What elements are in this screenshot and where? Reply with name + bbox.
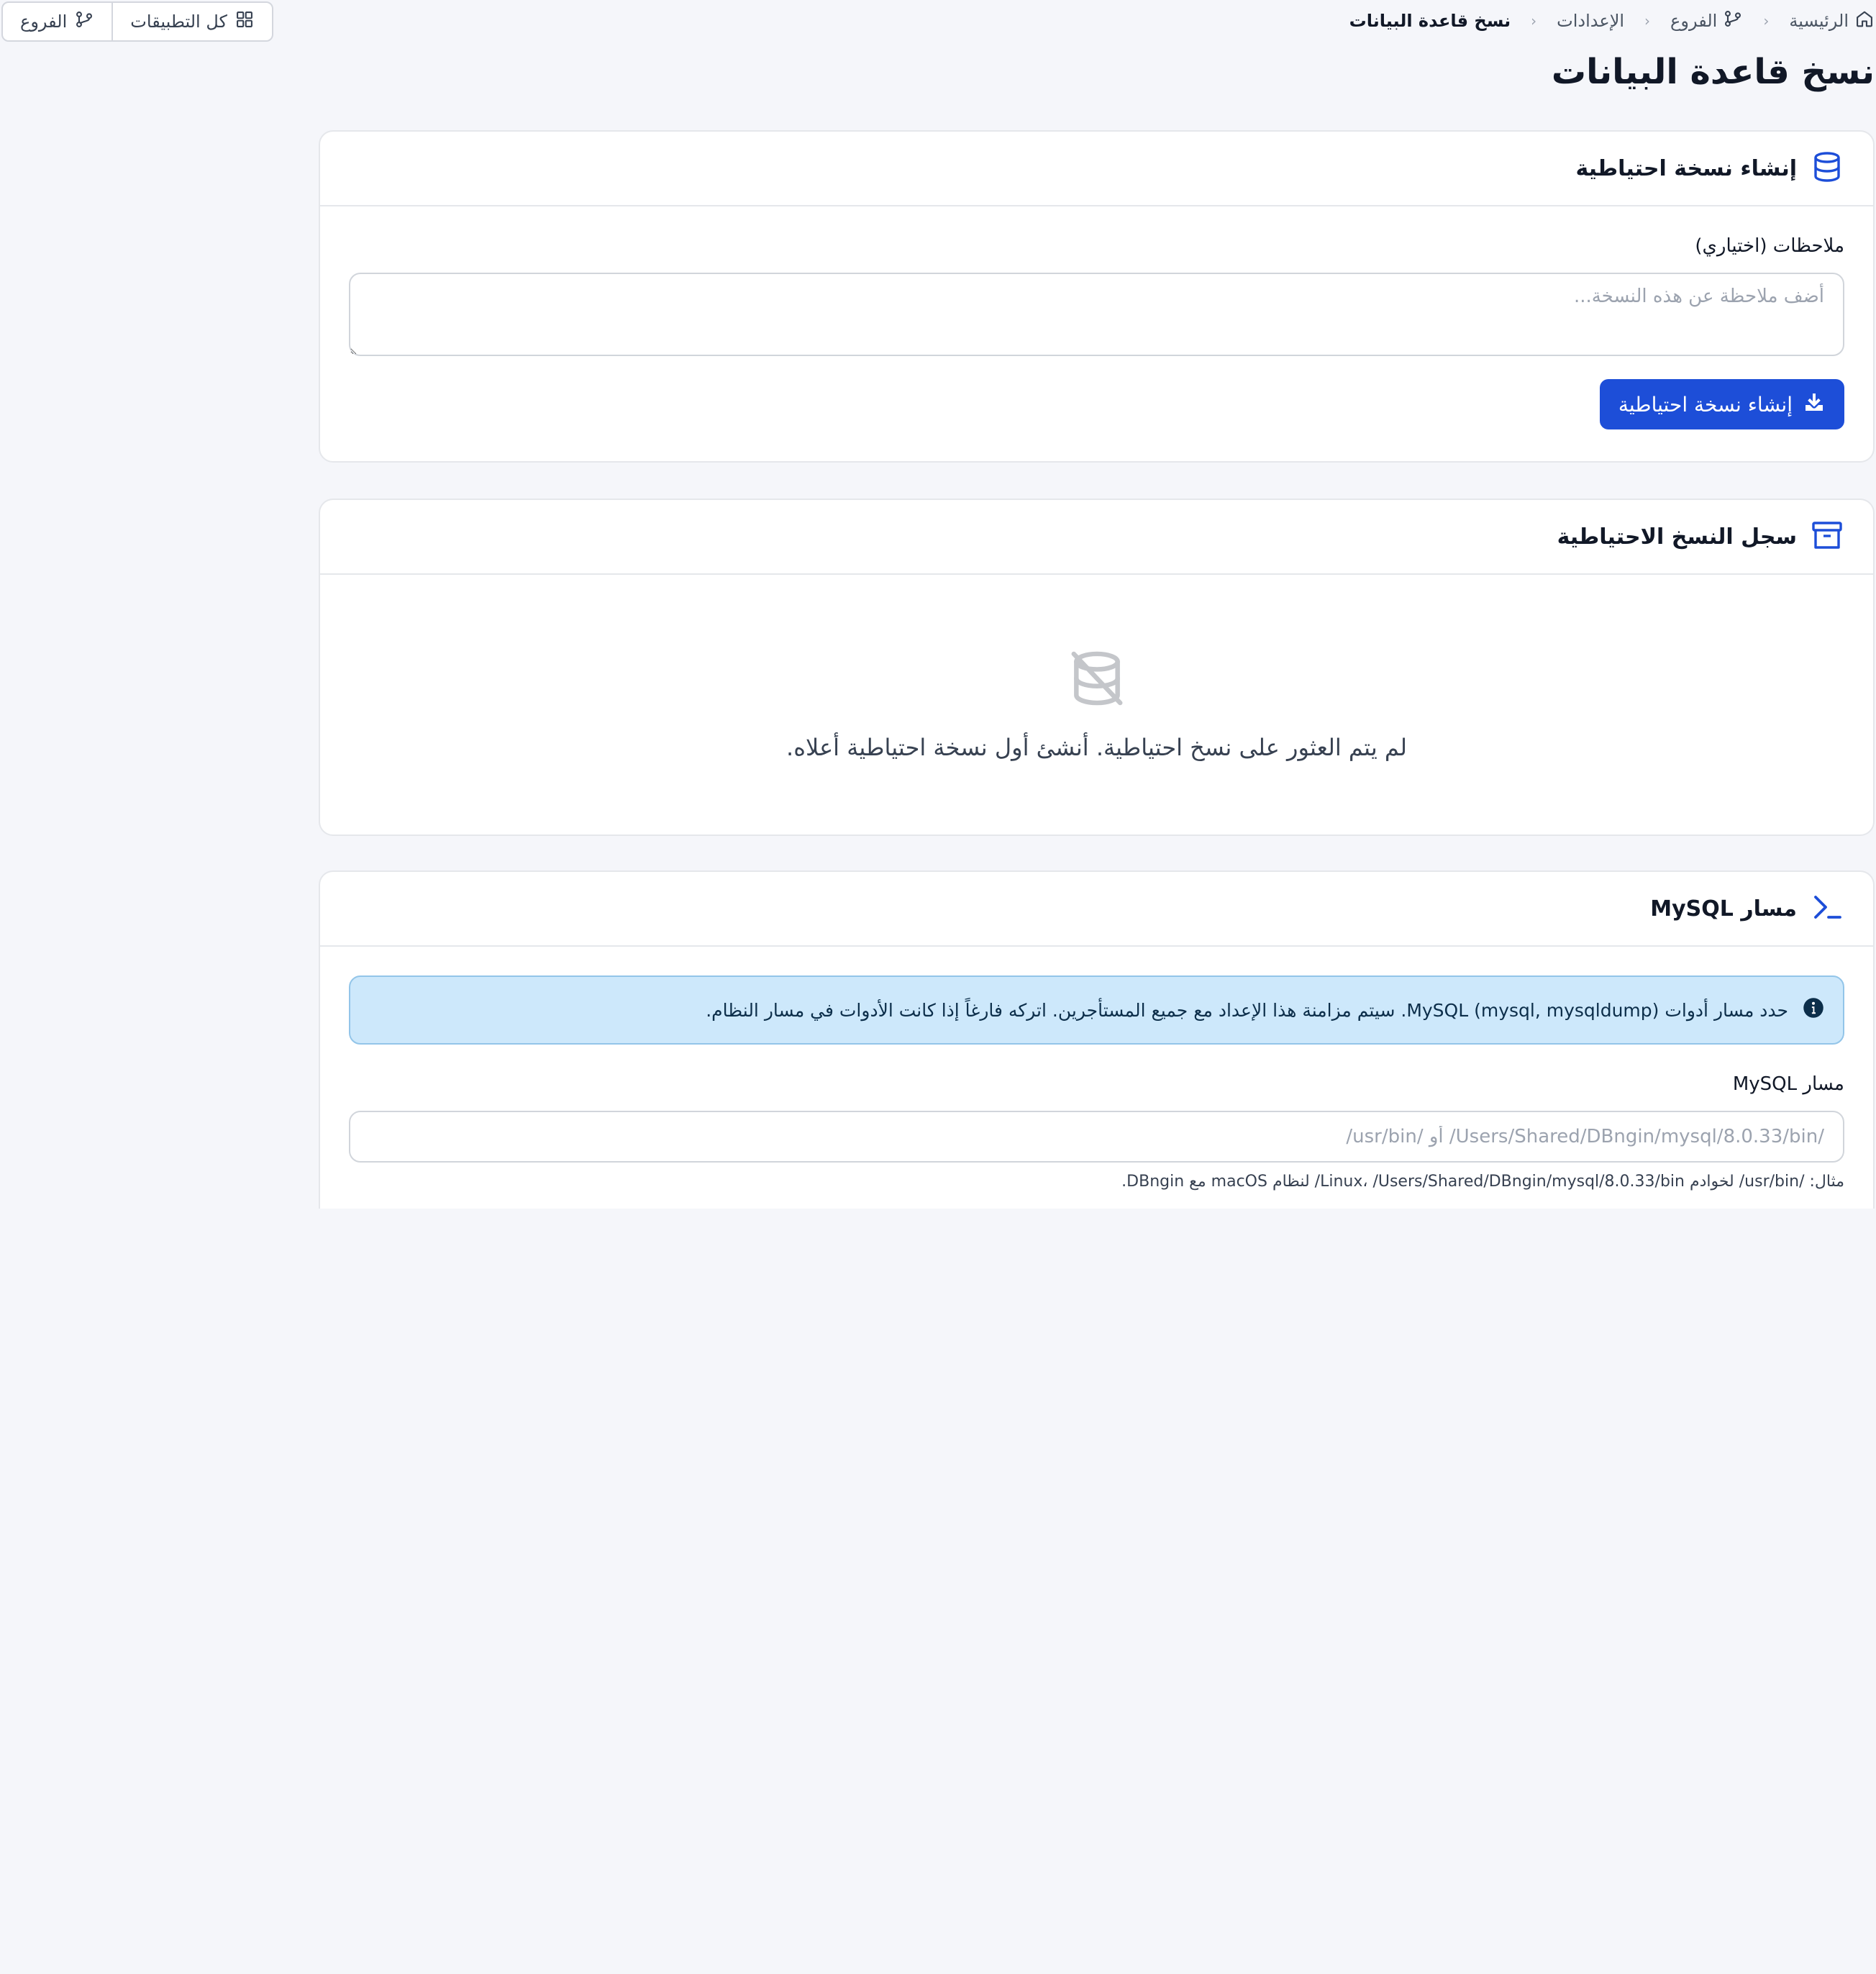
notes-label: ملاحظات (اختياري) [1695,235,1844,257]
mysql-path-header: مسار MySQL [320,872,1873,947]
home-icon [1854,9,1875,33]
breadcrumb-branches-label: الفروع [1670,11,1718,31]
breadcrumb: الرئيسية ‹ الفروع ‹ الإعدادات ‹ نسخ قاعد… [1349,9,1875,33]
breadcrumb-home-label: الرئيسية [1789,11,1849,31]
create-backup-button-label: إنشاء نسخة احتياطية [1618,392,1793,417]
empty-state-message: لم يتم العثور على نسخ احتياطية. أنشئ أول… [786,734,1407,761]
info-alert-text: حدد مسار أدوات MySQL (mysql, mysqldump).… [706,999,1788,1021]
mysql-path-input[interactable] [349,1111,1844,1163]
database-icon [1810,150,1844,187]
info-icon [1803,997,1824,1023]
branch-icon [1723,9,1743,33]
archive-icon [1810,518,1844,555]
database-off-icon [1066,647,1128,734]
backup-history-title: سجل النسخ الاحتياطية [1557,524,1797,550]
breadcrumb-settings-label: الإعدادات [1557,11,1625,31]
backup-history-card: سجل النسخ الاحتياطية لم يتم العثور على ن… [319,499,1875,836]
branch-icon [74,9,94,34]
branches-button[interactable]: الفروع [3,3,111,40]
info-alert: حدد مسار أدوات MySQL (mysql, mysqldump).… [349,975,1844,1045]
breadcrumb-separator: ‹ [1531,12,1537,29]
breadcrumb-current-label: نسخ قاعدة البيانات [1349,11,1511,31]
branches-button-label: الفروع [20,12,68,32]
breadcrumb-separator: ‹ [1644,12,1651,29]
mysql-path-title: مسار MySQL [1650,896,1797,922]
grid-icon [234,9,255,34]
create-backup-button[interactable]: إنشاء نسخة احتياطية [1599,379,1844,429]
mysql-path-label: مسار MySQL [1732,1073,1844,1095]
all-apps-button-label: كل التطبيقات [130,12,227,32]
create-backup-title: إنشاء نسخة احتياطية [1575,155,1797,181]
backup-history-body: لم يتم العثور على نسخ احتياطية. أنشئ أول… [320,575,1873,834]
breadcrumb-branches[interactable]: الفروع [1670,9,1743,33]
all-apps-button[interactable]: كل التطبيقات [111,3,272,40]
create-backup-body: ملاحظات (اختياري) إنشاء نسخة احتياطية [320,206,1873,458]
empty-state: لم يتم العثور على نسخ احتياطية. أنشئ أول… [320,575,1873,834]
mysql-path-body: حدد مسار أدوات MySQL (mysql, mysqldump).… [320,947,1873,1219]
top-bar: الفروع كل التطبيقات الرئيسية ‹ الفروع ‹ … [0,0,1876,45]
backup-history-header: سجل النسخ الاحتياطية [320,500,1873,575]
create-backup-card: إنشاء نسخة احتياطية ملاحظات (اختياري) إن… [319,130,1875,463]
breadcrumb-settings[interactable]: الإعدادات [1557,11,1624,31]
quick-actions: الفروع كل التطبيقات [1,1,273,42]
terminal-icon [1810,890,1844,927]
breadcrumb-home[interactable]: الرئيسية [1789,9,1875,33]
download-icon [1803,391,1826,419]
breadcrumb-current: نسخ قاعدة البيانات [1349,11,1511,31]
mysql-path-card: مسار MySQL حدد مسار أدوات MySQL (mysql, … [319,870,1875,1209]
notes-field[interactable] [349,273,1844,356]
breadcrumb-separator: ‹ [1763,12,1770,29]
page-title: نسخ قاعدة البيانات [1551,52,1875,92]
create-backup-header: إنشاء نسخة احتياطية [320,132,1873,206]
mysql-path-help-text: مثال: /usr/bin/ لخوادم Linux، /Users/Sha… [1121,1173,1844,1191]
